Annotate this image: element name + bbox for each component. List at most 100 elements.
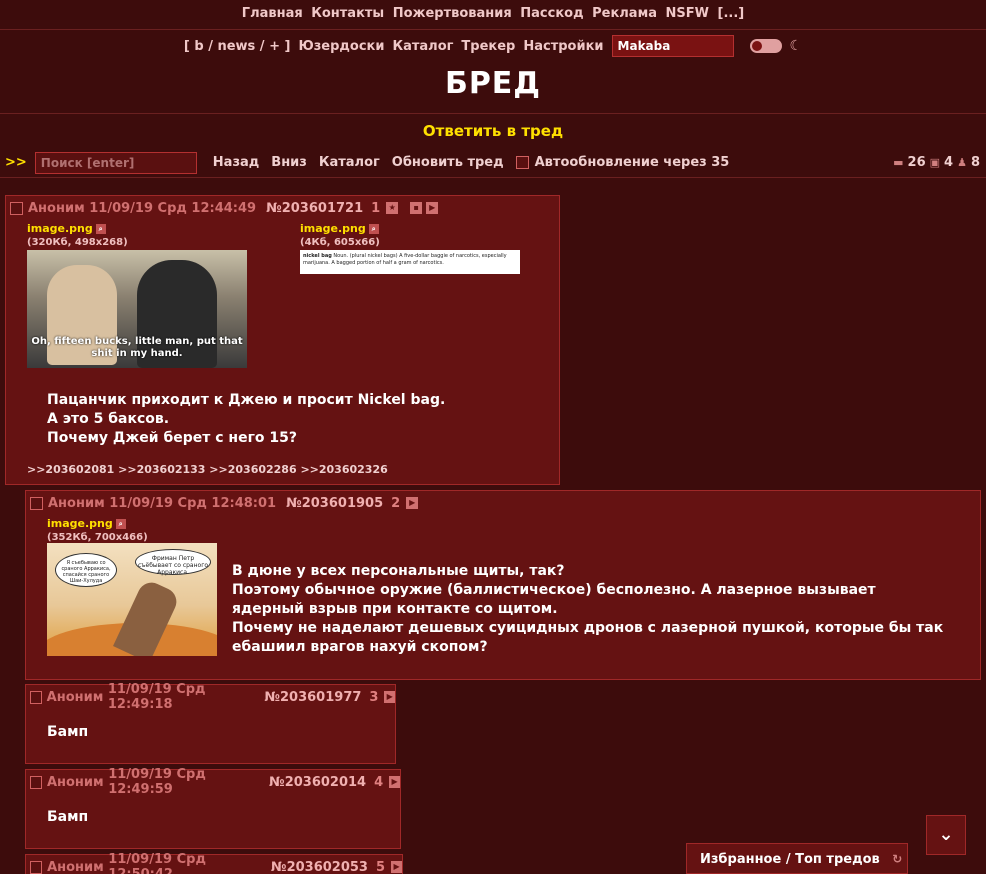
image-icon: ▣: [929, 156, 941, 169]
image-thumbnail[interactable]: Oh, fifteen bucks, little man, put that …: [27, 250, 247, 368]
message-line: А это 5 баксов.: [47, 411, 170, 427]
file-info: image.png ⌕ (4Кб, 605x66): [300, 222, 380, 248]
nav-nsfw[interactable]: NSFW: [666, 6, 709, 21]
post-checkbox[interactable]: [30, 496, 43, 510]
autoupdate-checkbox[interactable]: [515, 156, 529, 169]
reply-post: Аноним 11/09/19 Срд 12:49:18 №203601977 …: [25, 682, 396, 764]
users-icon: ♟: [957, 156, 967, 169]
post-checkbox[interactable]: [30, 775, 42, 789]
back-link[interactable]: Назад: [213, 155, 259, 170]
image-thumbnail[interactable]: nickel bag Noun. (plural nickel bags) A …: [300, 250, 520, 274]
nav-home[interactable]: Главная: [242, 6, 303, 21]
catalog-link[interactable]: Каталог: [319, 155, 380, 170]
menu-arrow-icon[interactable]: ▶: [391, 861, 403, 873]
nav-contacts[interactable]: Контакты: [311, 6, 384, 21]
post-number[interactable]: №203602014: [269, 775, 366, 790]
posts-count: 26: [907, 155, 926, 170]
down-link[interactable]: Вниз: [271, 155, 307, 170]
message-line: Почему не наделают дешевых суицидных дро…: [232, 620, 944, 655]
scroll-down-button[interactable]: ⌄: [926, 815, 966, 855]
post-date: 11/09/19 Срд 12:48:01: [109, 495, 277, 511]
post-checkbox[interactable]: [30, 860, 43, 874]
file-info: image.png ⌕ (352Кб, 700x466): [47, 517, 148, 543]
post-checkbox[interactable]: [30, 690, 42, 704]
thumbnail-caption: Oh, fifteen bucks, little man, put that …: [31, 336, 243, 359]
menu-arrow-icon[interactable]: ▶: [384, 691, 395, 703]
hide-icon[interactable]: ▪: [410, 202, 423, 214]
nav-catalog[interactable]: Каталог: [392, 39, 453, 54]
thread-toolbar: >> Поиск [enter] Назад Вниз Каталог Обно…: [0, 148, 986, 178]
post-date: 11/09/19 Срд 12:49:59: [108, 767, 206, 797]
chevron-down-icon: ⌄: [938, 824, 954, 845]
nav-donations[interactable]: Пожертвования: [393, 6, 512, 21]
op-post: Аноним 11/09/19 Срд 12:44:49 №203601721 …: [5, 195, 560, 485]
nav-passcode[interactable]: Пасскод: [520, 6, 583, 21]
file-info: image.png ⌕ (320Кб, 498x268): [27, 222, 128, 248]
post-date: 11/09/19 Срд 12:49:18: [107, 682, 206, 712]
post-number[interactable]: №203601977: [264, 690, 361, 705]
nav-userboards[interactable]: Юзердоски: [298, 39, 384, 54]
theme-toggle[interactable]: [749, 39, 782, 53]
post-message: Пацанчик приходит к Джею и просит Nickel…: [47, 391, 445, 448]
post-number[interactable]: №203602053: [271, 860, 368, 874]
post-message: Бамп: [47, 809, 89, 825]
thumbnail-word: nickel bag: [303, 253, 332, 259]
menu-arrow-icon[interactable]: ▶: [426, 202, 439, 214]
search-input[interactable]: Поиск [enter]: [34, 151, 197, 174]
file-name[interactable]: image.png: [300, 222, 366, 235]
top-nav: Главная Контакты Пожертвования Пасскод Р…: [0, 0, 986, 30]
reply-post: Аноним 11/09/19 Срд 12:48:01 №203601905 …: [25, 490, 981, 680]
speech-bubble: Я съебываю со сраного Арракиса, спасайся…: [55, 553, 117, 587]
post-date: 11/09/19 Срд 12:44:49: [89, 200, 257, 216]
post-count: 1: [371, 200, 381, 216]
menu-arrow-icon[interactable]: ▶: [389, 776, 400, 788]
message-line: Пацанчик приходит к Джею и просит Nickel…: [47, 392, 446, 408]
file-meta: (352Кб, 700x466): [47, 532, 148, 543]
menu-arrow-icon[interactable]: ▶: [406, 497, 419, 509]
post-header: Аноним 11/09/19 Срд 12:49:18 №203601977 …: [26, 682, 395, 712]
post-replies[interactable]: >>203602081 >>203602133 >>203602286 >>20…: [27, 463, 388, 476]
title-area: БРЕД: [0, 62, 986, 114]
file-name[interactable]: image.png: [27, 222, 93, 235]
post-header: Аноним 11/09/19 Срд 12:50:42 №203602053 …: [26, 852, 403, 874]
reply-thread-link[interactable]: Ответить в тред: [0, 114, 986, 148]
board-title: БРЕД: [444, 66, 542, 101]
nav-settings[interactable]: Настройки: [523, 39, 603, 54]
search-image-icon[interactable]: ⌕: [368, 224, 379, 234]
post-checkbox[interactable]: [10, 201, 23, 215]
post-author: Аноним: [46, 689, 104, 705]
post-count: 5: [375, 859, 386, 874]
nav-more[interactable]: [...]: [718, 6, 745, 21]
images-count: 4: [944, 155, 954, 170]
moon-icon: ☾: [789, 38, 803, 54]
post-header: Аноним 11/09/19 Срд 12:49:59 №203602014 …: [26, 767, 400, 797]
post-count: 3: [369, 689, 379, 705]
message-line: В дюне у всех персональные щиты, так?: [232, 563, 565, 579]
post-number[interactable]: №203601721: [266, 201, 363, 216]
post-header: Аноним 11/09/19 Срд 12:48:01 №203601905 …: [26, 491, 980, 515]
favorites-button[interactable]: Избранное / Топ тредов ↻: [686, 843, 908, 874]
star-icon[interactable]: ★: [386, 202, 399, 214]
image-thumbnail[interactable]: Я съебываю со сраного Арракиса, спасайся…: [47, 543, 217, 656]
posters-count: 8: [970, 155, 980, 170]
post-number[interactable]: №203601905: [286, 496, 383, 511]
comment-icon: ▬: [893, 156, 904, 169]
speech-bubble: Фриман Петр съёбывает со сраного Арракис…: [135, 549, 211, 576]
refresh-thread-link[interactable]: Обновить тред: [392, 155, 504, 170]
search-image-icon[interactable]: ⌕: [115, 519, 126, 529]
nav-ads[interactable]: Реклама: [592, 6, 657, 21]
style-select[interactable]: Makaba: [611, 35, 734, 57]
post-message: Бамп: [47, 724, 89, 740]
post-date: 11/09/19 Срд 12:50:42: [108, 852, 206, 874]
expand-arrows[interactable]: >>: [5, 155, 27, 170]
post-author: Аноним: [46, 774, 104, 790]
nav-tracker[interactable]: Трекер: [461, 39, 515, 54]
post-header: Аноним 11/09/19 Срд 12:44:49 №203601721 …: [6, 196, 559, 220]
post-message: В дюне у всех персональные щиты, так? По…: [232, 562, 952, 657]
file-name[interactable]: image.png: [47, 517, 113, 530]
board-links[interactable]: [ b / news / + ]: [184, 39, 291, 54]
post-author: Аноним: [48, 495, 105, 511]
post-author: Аноним: [28, 200, 85, 216]
refresh-icon[interactable]: ↻: [892, 852, 902, 866]
search-image-icon[interactable]: ⌕: [95, 224, 106, 234]
